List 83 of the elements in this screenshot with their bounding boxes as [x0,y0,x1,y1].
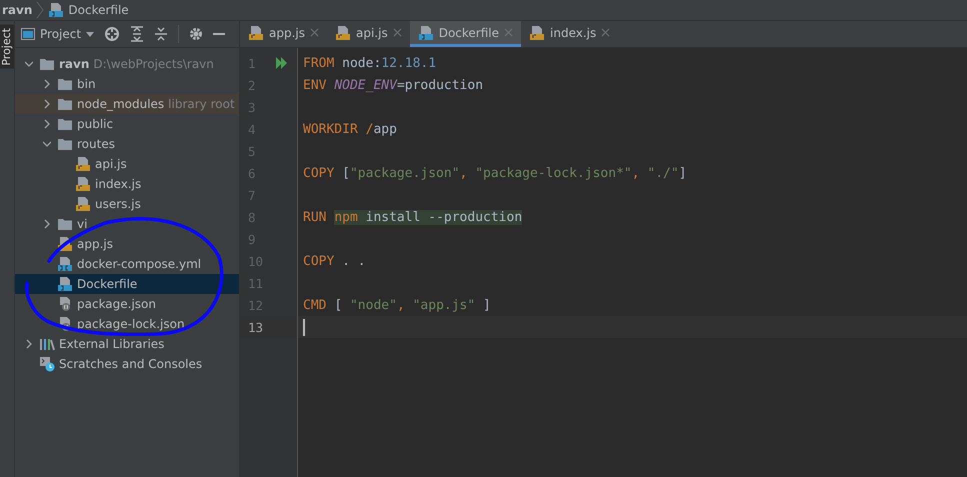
tree-label: package-lock.json [77,317,185,331]
tree-label: vi [77,217,88,231]
code-line: WORKDIR /app [303,120,397,138]
collapse-all-icon[interactable] [154,26,168,42]
tree-row[interactable]: public [15,114,239,134]
tree-row[interactable]: ravn D:\webProjects\ravn [15,54,239,74]
docker-file-icon [57,276,73,292]
tree-hint: D:\webProjects\ravn [93,57,214,71]
text-caret [303,318,305,336]
tree-label: Scratches and Consoles [59,357,202,371]
locate-icon[interactable] [104,26,120,42]
js-file-icon [75,176,91,192]
libraries-icon [39,337,55,351]
tree-label: users.js [95,197,141,211]
js-file-icon [75,196,91,212]
json-file-icon [57,296,73,312]
code-line: RUN npm install --production [303,208,522,226]
compose-file-icon [57,256,73,272]
tree-row[interactable]: index.js [15,174,239,194]
code-line: FROM node:12.18.1 [303,54,436,72]
code-line: CMD [ "node", "app.js" ] [303,296,491,314]
js-file-icon [75,156,91,172]
js-file-icon [529,24,546,40]
tree-label: app.js [77,237,113,251]
dropdown-arrow-icon [86,32,94,36]
folder-icon [57,137,73,151]
editor-tab[interactable]: api.js [327,21,410,47]
tree-row[interactable]: node_modules library root [15,94,239,114]
editor-tab[interactable]: Dockerfile [410,21,522,47]
breadcrumb-item[interactable]: ravn [2,3,32,17]
tree-label: index.js [95,177,142,191]
tree-row[interactable]: vi [15,214,239,234]
tree-row[interactable]: package.json [15,294,239,314]
scratches-icon [39,356,55,372]
tree-label: package.json [77,297,156,311]
tree-label: routes [77,137,115,151]
tree-row[interactable]: app.js [15,234,239,254]
tree-label: api.js [95,157,127,171]
line-number: 13 [248,320,264,334]
close-icon[interactable] [310,28,319,37]
docker-file-icon [48,2,64,18]
code-line: ENV NODE_ENV=production [303,76,484,94]
tree-row[interactable]: External Libraries [15,334,239,354]
code-line: COPY . . [303,252,366,270]
json-file-icon [57,316,73,332]
tree-label: node_modules [77,97,164,111]
tree-label: public [77,117,114,131]
breadcrumb-item[interactable]: Dockerfile [68,3,129,17]
tree-label: ravn [59,57,90,71]
panel-icon [21,28,35,40]
folder-icon [57,77,73,91]
tree-row[interactable]: Scratches and Consoles [15,354,239,374]
folder-icon [57,97,73,111]
editor-tab[interactable]: index.js [521,21,618,47]
close-icon[interactable] [392,28,402,37]
tree-label: Dockerfile [77,277,138,291]
tree-hint: library root [168,97,235,111]
tree-row[interactable]: users.js [15,194,239,214]
expand-all-icon[interactable] [130,26,144,42]
tree-row[interactable]: routes [15,134,239,154]
folder-icon [39,57,55,71]
folder-icon [57,217,73,231]
editor-tab[interactable]: app.js [240,21,327,47]
docker-file-icon [418,24,434,40]
tool-window-tab[interactable]: Project [0,25,14,69]
tree-row[interactable]: Dockerfile [15,274,239,294]
project-view-dropdown[interactable]: Project [21,27,94,41]
folder-icon [57,117,73,131]
tree-row[interactable]: package-lock.json [15,314,239,334]
settings-icon[interactable] [189,27,204,41]
js-file-icon [57,236,73,252]
tree-row[interactable]: api.js [15,154,239,174]
tree-label: docker-compose.yml [77,257,202,271]
close-icon[interactable] [601,28,610,37]
code-line: COPY ["package.json", "package-lock.json*", "./"] [303,164,687,182]
run-icon[interactable] [276,57,288,69]
tree-label: bin [77,77,96,91]
js-file-icon [248,24,264,40]
tree-row[interactable]: bin [15,74,239,94]
js-file-icon [335,24,351,40]
tree-row[interactable]: docker-compose.yml [15,254,239,274]
tree-label: External Libraries [59,337,164,351]
chevron-icon [36,1,44,19]
